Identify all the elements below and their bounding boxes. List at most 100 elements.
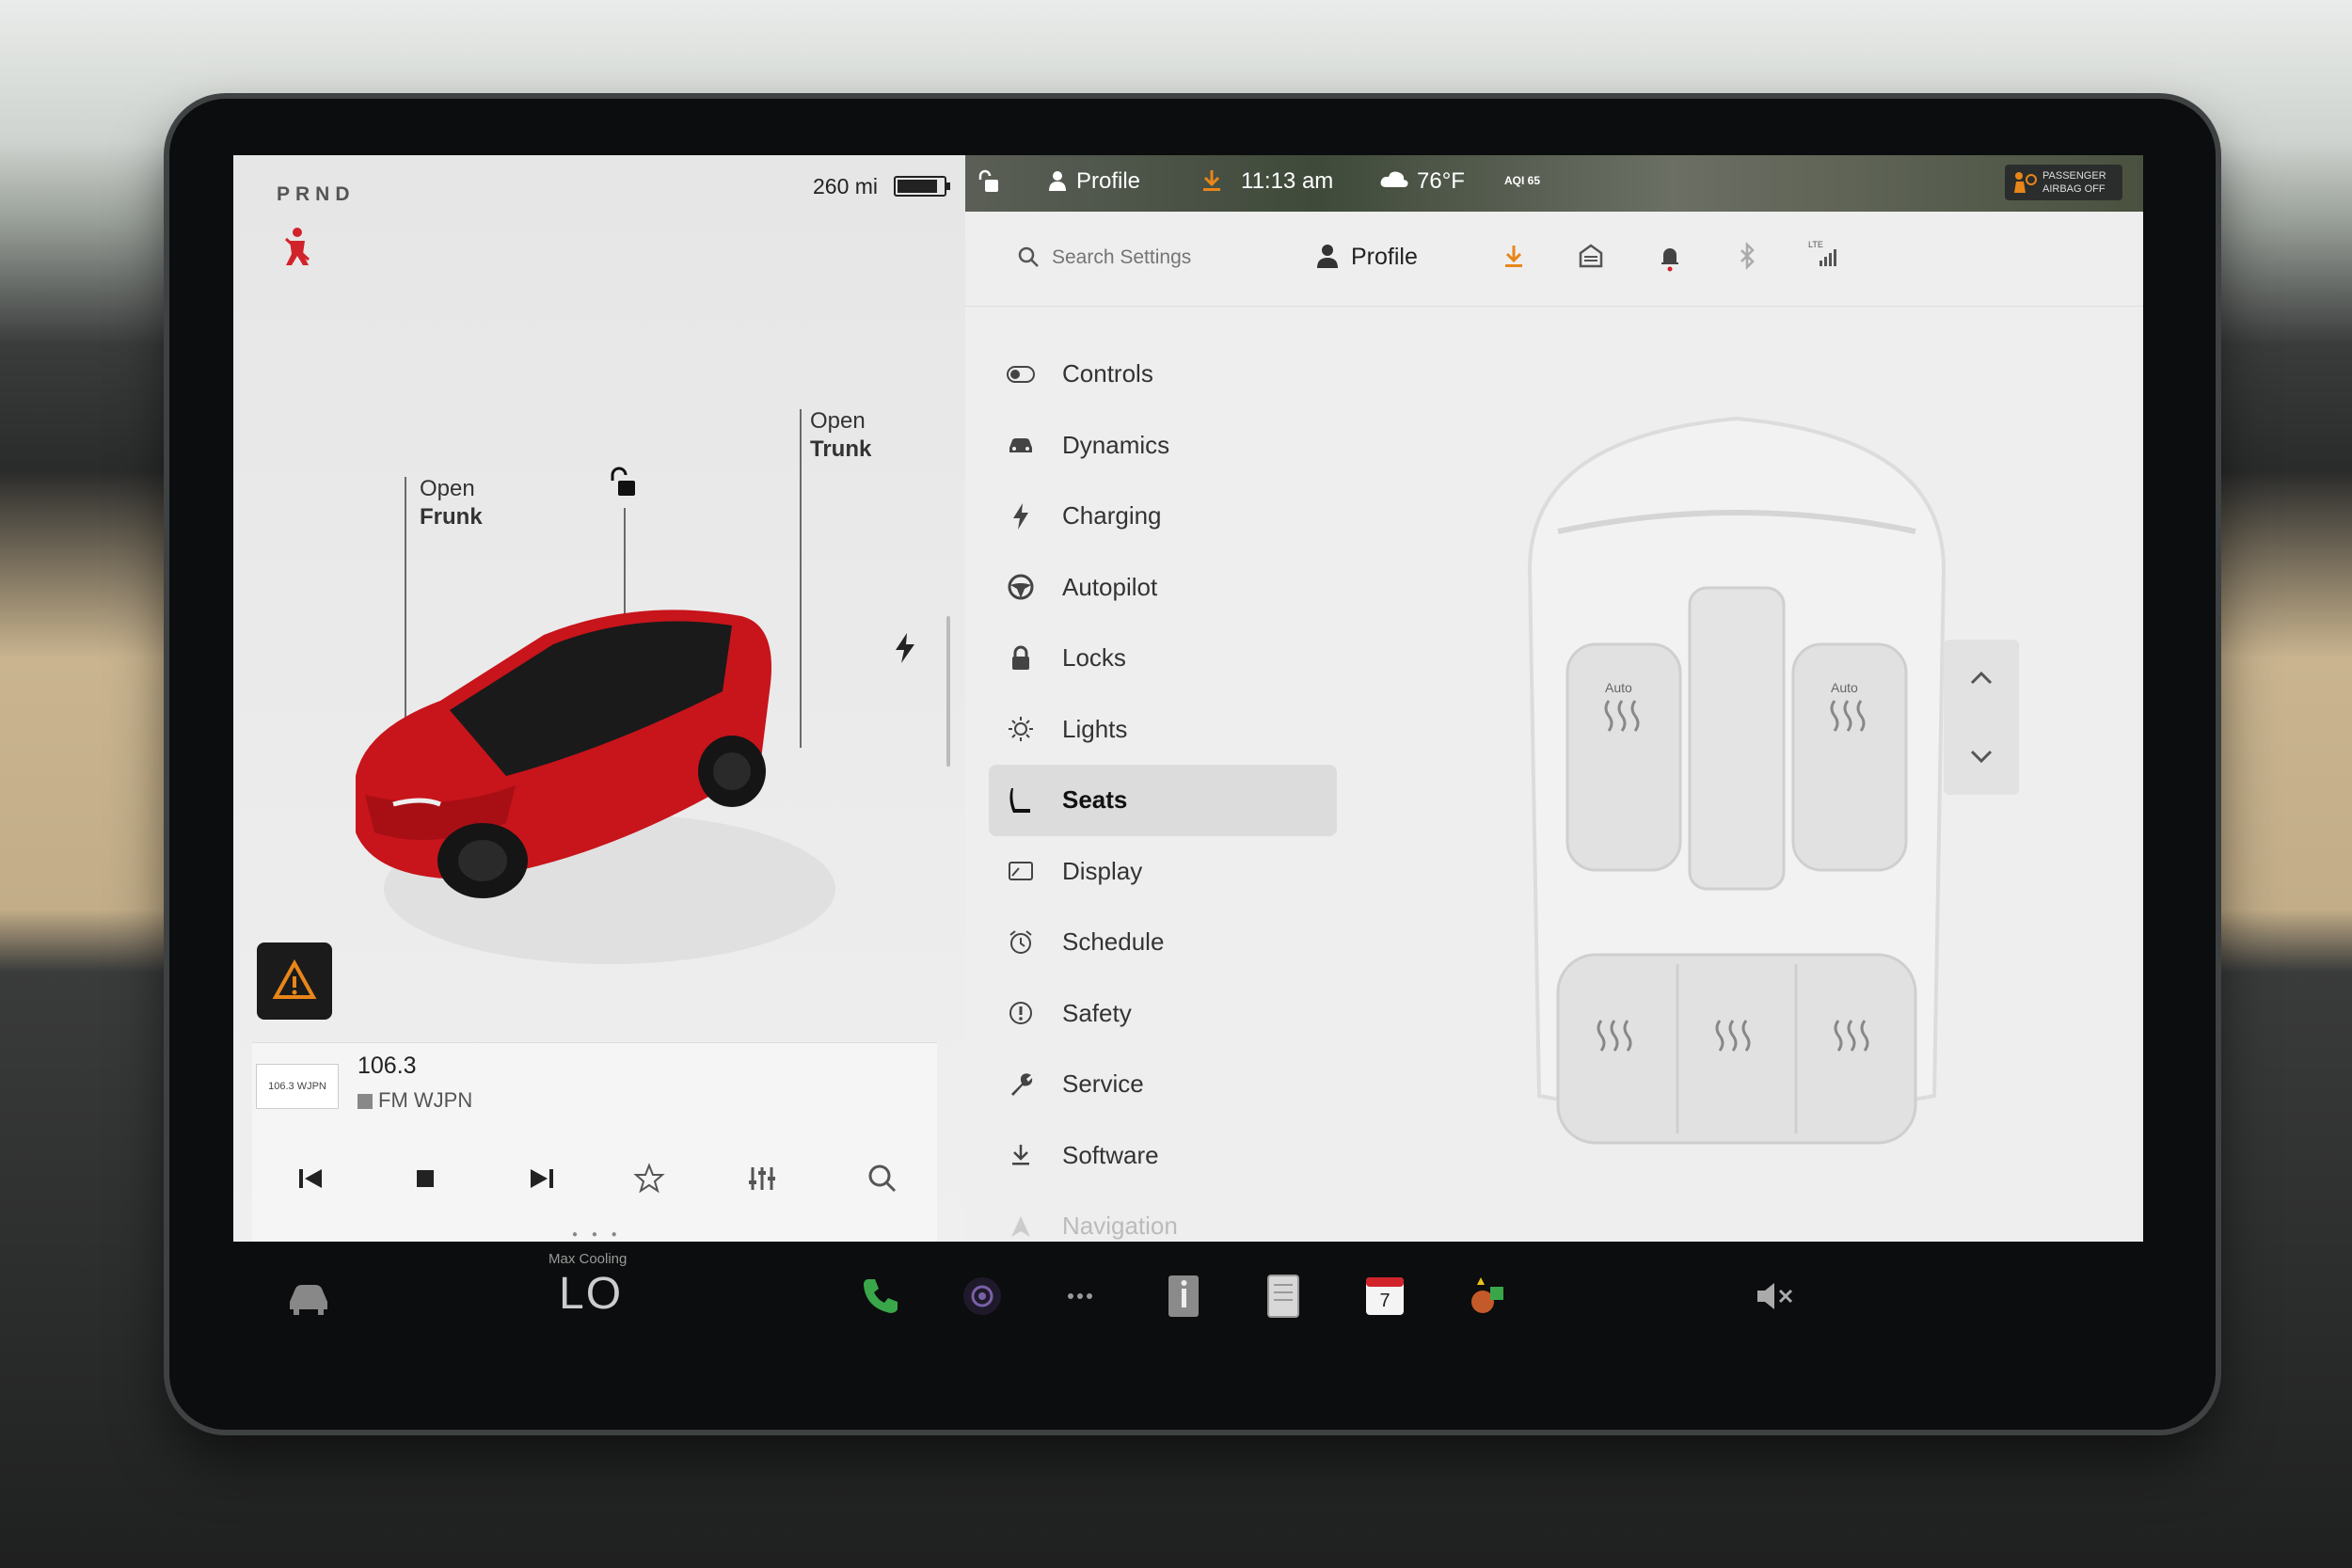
bottom-dock: Max Cooling LO 7: [233, 1242, 2143, 1364]
settings-item-lights[interactable]: Lights: [989, 694, 1337, 766]
settings-item-software[interactable]: Software: [989, 1120, 1337, 1192]
settings-header: Profile LTE: [965, 212, 2143, 307]
display-icon: [1006, 856, 1036, 886]
settings-item-label: Service: [1062, 1069, 1144, 1099]
sun-icon: [1006, 714, 1036, 744]
calendar-icon[interactable]: 7: [1359, 1270, 1411, 1323]
open-frunk-button[interactable]: Open Frunk: [420, 475, 483, 531]
settings-item-label: Charging: [1062, 501, 1162, 531]
download-update-icon[interactable]: [1498, 240, 1530, 272]
car-view-scrollbar[interactable]: [946, 616, 950, 767]
weather-cloud-icon: [1379, 168, 1409, 196]
camera-icon[interactable]: [956, 1270, 1009, 1323]
settings-item-label: Safety: [1062, 998, 1132, 1027]
lock-icon: [1006, 643, 1036, 673]
settings-item-autopilot[interactable]: Autopilot: [989, 552, 1337, 624]
software-update-icon[interactable]: [1200, 168, 1223, 199]
settings-panel: Profile 11:13 am 76°F AQI 65 PASSENGER A…: [965, 155, 2143, 1242]
phone-icon[interactable]: [854, 1270, 907, 1323]
clock-time: 11:13 am: [1241, 168, 1334, 194]
settings-item-controls[interactable]: Controls: [989, 339, 1337, 410]
favorite-star-icon[interactable]: [628, 1158, 670, 1199]
media-search-icon[interactable]: [862, 1158, 903, 1199]
search-settings-input[interactable]: [1050, 240, 1298, 276]
rear-right-seat-heater-button[interactable]: [1796, 955, 1915, 1143]
top-profile-label: Profile: [1076, 168, 1141, 194]
rear-left-seat-heater-button[interactable]: [1558, 955, 1677, 1143]
open-trunk-button[interactable]: Open Trunk: [810, 407, 871, 464]
driver-seat-heater-button[interactable]: [1567, 644, 1680, 870]
car-status-panel: PRND 260 mi Open Frunk Open Trunk 106.3 …: [233, 155, 965, 1242]
trunk-label-line2: Trunk: [810, 436, 872, 462]
seat-heater-diagram: Auto Auto: [1492, 381, 1981, 1171]
equalizer-icon[interactable]: [741, 1158, 783, 1199]
profile-person-icon[interactable]: [1311, 240, 1343, 272]
car-icon: [1006, 430, 1036, 460]
charge-port-icon[interactable]: [894, 633, 916, 671]
gear-indicator: PRND: [277, 183, 356, 205]
volume-muted-icon[interactable]: [1748, 1270, 1801, 1323]
settings-item-label: Controls: [1062, 359, 1153, 388]
next-track-button[interactable]: [521, 1158, 563, 1199]
alarm-clock-icon: [1006, 927, 1036, 958]
touchscreen: PRND 260 mi Open Frunk Open Trunk 106.3 …: [233, 155, 2143, 1242]
map-status-strip: Profile 11:13 am 76°F AQI 65 PASSENGER A…: [965, 155, 2143, 212]
lte-signal-icon: LTE: [1808, 240, 1840, 272]
settings-item-label: Lights: [1062, 714, 1128, 743]
unlock-status-icon[interactable]: [977, 168, 1001, 201]
settings-item-dynamics[interactable]: Dynamics: [989, 410, 1337, 482]
scroll-down-button[interactable]: [1944, 720, 2019, 795]
cabin-temperature[interactable]: LO: [559, 1268, 623, 1320]
max-cooling-label: Max Cooling: [548, 1251, 628, 1267]
homelink-garage-icon[interactable]: [1575, 240, 1607, 272]
search-icon: [1017, 245, 1040, 273]
steering-wheel-icon: [1006, 572, 1036, 602]
airbag-icon: [2010, 170, 2037, 195]
wrench-icon: [1006, 1069, 1036, 1100]
outside-temperature: 76°F: [1417, 168, 1465, 194]
profile-person-icon: [1048, 170, 1067, 191]
car-model-render: [327, 578, 854, 992]
settings-item-safety[interactable]: Safety: [989, 978, 1337, 1050]
media-player: 106.3 WJPN 106.3 FM WJPN: [252, 1042, 937, 1242]
owners-manual-icon[interactable]: [1157, 1270, 1210, 1323]
rear-center-seat-heater-button[interactable]: [1677, 955, 1796, 1143]
seatbelt-warning-icon: [278, 226, 316, 267]
top-profile-button[interactable]: Profile: [1048, 168, 1140, 195]
stop-button[interactable]: [405, 1158, 446, 1199]
navigation-arrow-icon: [1006, 1212, 1036, 1242]
car-controls-icon[interactable]: [282, 1270, 335, 1323]
bolt-icon: [1006, 501, 1036, 531]
settings-item-navigation[interactable]: Navigation: [989, 1191, 1337, 1242]
settings-item-seats[interactable]: Seats: [989, 765, 1337, 836]
airbag-line1: PASSENGER: [2042, 170, 2106, 182]
previous-track-button[interactable]: [290, 1158, 331, 1199]
toybox-icon[interactable]: [1462, 1270, 1515, 1323]
settings-menu: Controls Dynamics Charging Autopilot Loc…: [989, 339, 1337, 1242]
radio-station-label: FM WJPN: [378, 1088, 473, 1112]
settings-item-service[interactable]: Service: [989, 1049, 1337, 1120]
settings-item-display[interactable]: Display: [989, 836, 1337, 908]
hazard-lights-button[interactable]: [257, 942, 332, 1020]
passenger-seat-heater-button[interactable]: [1793, 644, 1906, 870]
radio-frequency: 106.3: [358, 1053, 417, 1079]
driver-seat-auto-label: Auto: [1605, 680, 1632, 695]
passenger-seat-auto-label: Auto: [1831, 680, 1858, 695]
scroll-up-button[interactable]: [1944, 640, 2019, 715]
frunk-label-line1: Open: [420, 476, 475, 501]
unlock-icon[interactable]: [605, 466, 639, 499]
settings-item-label: Seats: [1062, 785, 1128, 815]
settings-item-charging[interactable]: Charging: [989, 481, 1337, 552]
profile-button[interactable]: Profile: [1351, 244, 1418, 271]
settings-item-label: Software: [1062, 1140, 1159, 1169]
more-apps-icon[interactable]: [1054, 1270, 1106, 1323]
settings-item-schedule[interactable]: Schedule: [989, 907, 1337, 978]
notification-bell-icon[interactable]: [1654, 240, 1686, 272]
settings-item-locks[interactable]: Locks: [989, 623, 1337, 694]
settings-item-label: Dynamics: [1062, 430, 1170, 459]
page-indicator-dots: ● ● ●: [572, 1229, 623, 1240]
bluetooth-icon[interactable]: [1731, 240, 1763, 272]
download-icon: [1006, 1140, 1036, 1170]
release-notes-icon[interactable]: [1257, 1270, 1310, 1323]
toggle-icon: [1006, 359, 1036, 389]
